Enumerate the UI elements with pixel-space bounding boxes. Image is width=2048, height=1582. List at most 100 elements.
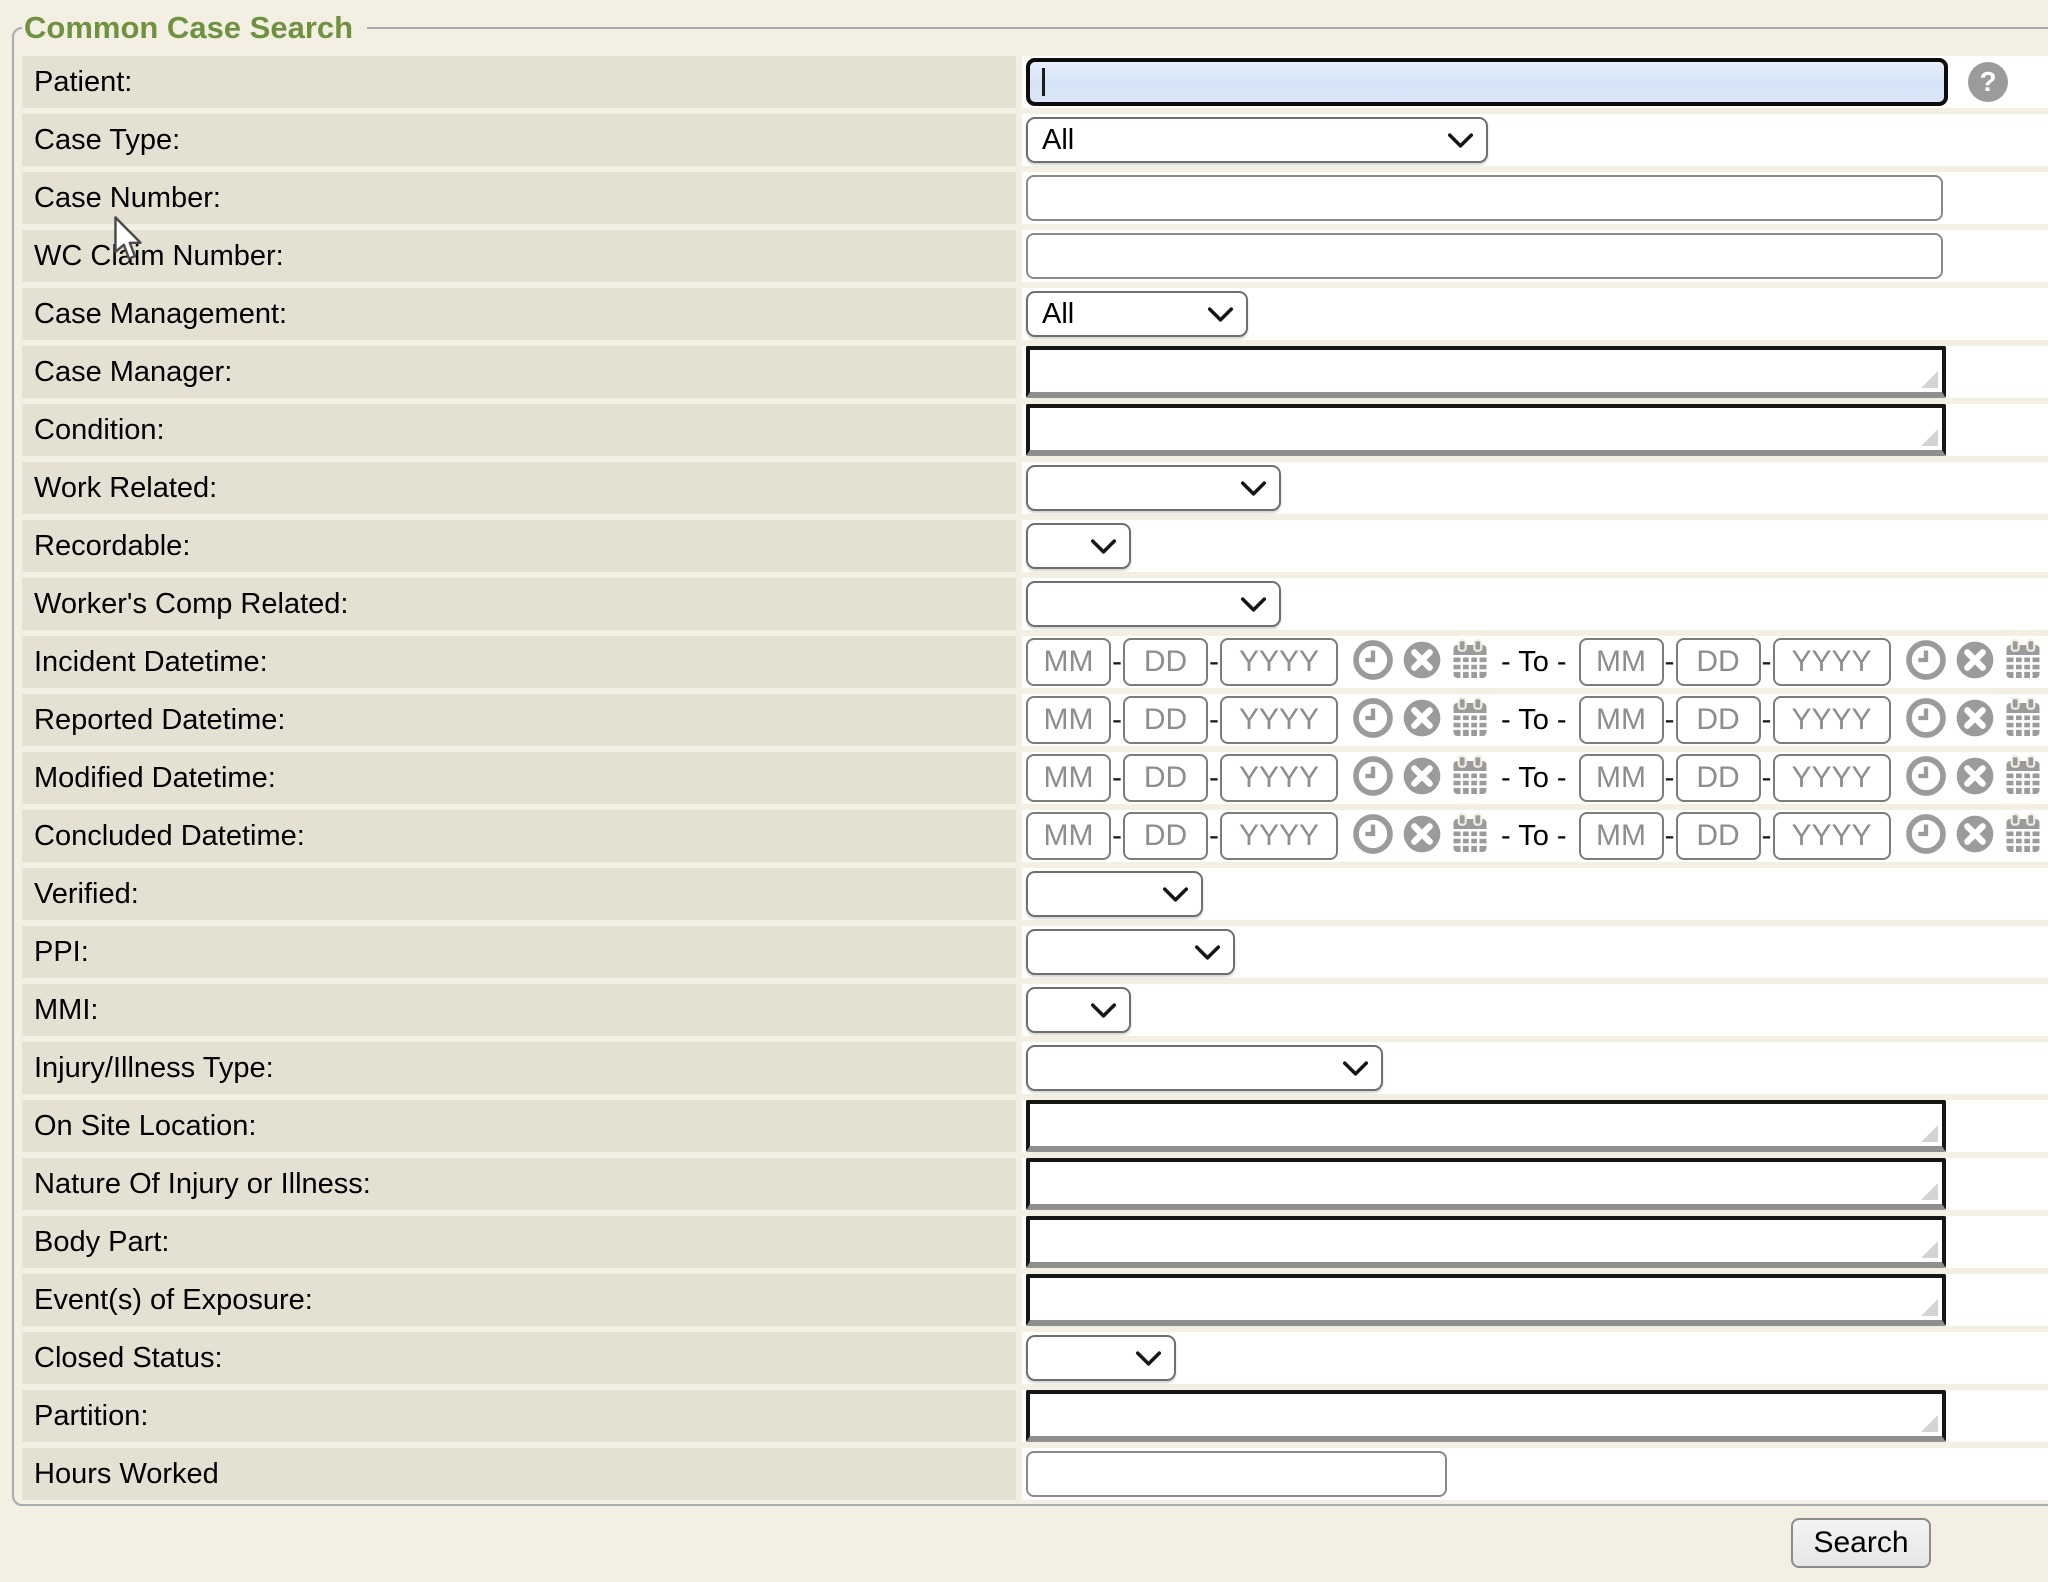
reported-datetime-from-year-input[interactable] bbox=[1220, 696, 1338, 744]
field-control-cell bbox=[1022, 1332, 2048, 1384]
field-control-cell bbox=[1022, 868, 2048, 920]
date-separator: - bbox=[1665, 761, 1675, 795]
concluded-datetime-from-clear-icon[interactable] bbox=[1402, 814, 1442, 859]
reported-datetime-to-clear-icon[interactable] bbox=[1955, 698, 1995, 743]
concluded-datetime-from-day-input[interactable] bbox=[1123, 812, 1208, 860]
reported-datetime-from-clock-icon[interactable] bbox=[1353, 698, 1393, 743]
incident-datetime-from-day-input[interactable] bbox=[1123, 638, 1208, 686]
workers-comp-related-select[interactable] bbox=[1026, 581, 1281, 627]
patient-input-wrap bbox=[1026, 58, 1948, 106]
form-row-patient: Patient:? bbox=[22, 56, 2048, 108]
hours-worked-input[interactable] bbox=[1026, 1451, 1447, 1497]
field-control-cell: ? bbox=[1022, 56, 2048, 108]
incident-datetime-from-month-input[interactable] bbox=[1026, 638, 1111, 686]
reported-datetime-from-month-input[interactable] bbox=[1026, 696, 1111, 744]
modified-datetime-from-year-input[interactable] bbox=[1220, 754, 1338, 802]
field-label-cell: Recordable: bbox=[22, 520, 1016, 572]
case-number-input[interactable] bbox=[1026, 175, 1943, 221]
modified-datetime-to-month-input[interactable] bbox=[1579, 754, 1664, 802]
chevron-down-icon bbox=[1148, 887, 1189, 902]
modified-datetime-from-clear-icon[interactable] bbox=[1402, 756, 1442, 801]
form-row-case-number: Case Number: bbox=[22, 172, 2048, 224]
concluded-datetime-to-year-input[interactable] bbox=[1773, 812, 1891, 860]
recordable-select[interactable] bbox=[1026, 523, 1131, 569]
reported-datetime-from-calendar-icon[interactable] bbox=[1451, 697, 1489, 744]
incident-datetime-from-calendar-icon[interactable] bbox=[1451, 639, 1489, 686]
modified-datetime-from-month-input[interactable] bbox=[1026, 754, 1111, 802]
incident-datetime-to-clear-icon[interactable] bbox=[1955, 640, 1995, 685]
incident-datetime-from-clear-icon[interactable] bbox=[1402, 640, 1442, 685]
body-part-textarea-wrap bbox=[1026, 1216, 1946, 1268]
modified-datetime-to-day-input[interactable] bbox=[1676, 754, 1761, 802]
field-control-cell bbox=[1022, 926, 2048, 978]
field-control-cell bbox=[1022, 172, 2048, 224]
events-of-exposure-textarea[interactable] bbox=[1026, 1274, 1946, 1326]
field-control-cell bbox=[1022, 1216, 2048, 1268]
date-separator: - bbox=[1665, 703, 1675, 737]
reported-datetime-from-day-input[interactable] bbox=[1123, 696, 1208, 744]
mmi-label: MMI: bbox=[34, 994, 98, 1026]
field-control-cell bbox=[1022, 1390, 2048, 1442]
ppi-label: PPI: bbox=[34, 936, 89, 968]
reported-datetime-to-day-input[interactable] bbox=[1676, 696, 1761, 744]
reported-datetime-to-clock-icon[interactable] bbox=[1906, 698, 1946, 743]
concluded-datetime-from-calendar-icon[interactable] bbox=[1451, 813, 1489, 860]
injury-illness-type-select[interactable] bbox=[1026, 1045, 1383, 1091]
modified-datetime-to-clear-icon[interactable] bbox=[1955, 756, 1995, 801]
incident-datetime-to-clock-icon[interactable] bbox=[1906, 640, 1946, 685]
incident-datetime-to-year-input[interactable] bbox=[1773, 638, 1891, 686]
chevron-down-icon bbox=[1076, 539, 1117, 554]
case-manager-textarea-wrap bbox=[1026, 346, 1946, 398]
modified-datetime-to-clock-icon[interactable] bbox=[1906, 756, 1946, 801]
date-separator: - bbox=[1665, 645, 1675, 679]
field-label-cell: Modified Datetime: bbox=[22, 752, 1016, 804]
reported-datetime-to-calendar-icon[interactable] bbox=[2004, 697, 2042, 744]
help-icon[interactable]: ? bbox=[1968, 62, 2008, 102]
reported-datetime-to-month-input[interactable] bbox=[1579, 696, 1664, 744]
search-button[interactable]: Search bbox=[1791, 1518, 1931, 1568]
modified-datetime-from-day-input[interactable] bbox=[1123, 754, 1208, 802]
condition-textarea[interactable] bbox=[1026, 404, 1946, 456]
chevron-down-icon bbox=[1226, 481, 1267, 496]
case-manager-textarea[interactable] bbox=[1026, 346, 1946, 398]
mmi-select[interactable] bbox=[1026, 987, 1131, 1033]
case-type-select[interactable]: All bbox=[1026, 117, 1488, 163]
incident-datetime-to-day-input[interactable] bbox=[1676, 638, 1761, 686]
on-site-location-textarea[interactable] bbox=[1026, 1100, 1946, 1152]
wc-claim-number-input[interactable] bbox=[1026, 233, 1943, 279]
patient-input[interactable] bbox=[1026, 58, 1948, 106]
concluded-datetime-from-year-input[interactable] bbox=[1220, 812, 1338, 860]
case-management-select[interactable]: All bbox=[1026, 291, 1248, 337]
ppi-select[interactable] bbox=[1026, 929, 1235, 975]
reported-datetime-to-year-input[interactable] bbox=[1773, 696, 1891, 744]
concluded-datetime-from-month-input[interactable] bbox=[1026, 812, 1111, 860]
date-separator: - bbox=[1112, 761, 1122, 795]
partition-textarea[interactable] bbox=[1026, 1390, 1946, 1442]
modified-datetime-from-calendar-icon[interactable] bbox=[1451, 755, 1489, 802]
field-label-cell: Injury/Illness Type: bbox=[22, 1042, 1016, 1094]
work-related-select[interactable] bbox=[1026, 465, 1281, 511]
patient-label: Patient: bbox=[34, 66, 132, 98]
concluded-datetime-to-clock-icon[interactable] bbox=[1906, 814, 1946, 859]
modified-datetime-label: Modified Datetime: bbox=[34, 762, 276, 794]
incident-datetime-to-month-input[interactable] bbox=[1579, 638, 1664, 686]
modified-datetime-to-calendar-icon[interactable] bbox=[2004, 755, 2042, 802]
incident-datetime-from-clock-icon[interactable] bbox=[1353, 640, 1393, 685]
body-part-textarea[interactable] bbox=[1026, 1216, 1946, 1268]
concluded-datetime-to-calendar-icon[interactable] bbox=[2004, 813, 2042, 860]
form-row-verified: Verified: bbox=[22, 868, 2048, 920]
concluded-datetime-to-clear-icon[interactable] bbox=[1955, 814, 1995, 859]
chevron-down-icon bbox=[1433, 133, 1474, 148]
concluded-datetime-to-day-input[interactable] bbox=[1676, 812, 1761, 860]
modified-datetime-from-clock-icon[interactable] bbox=[1353, 756, 1393, 801]
modified-datetime-to-year-input[interactable] bbox=[1773, 754, 1891, 802]
reported-datetime-from-clear-icon[interactable] bbox=[1402, 698, 1442, 743]
incident-datetime-from-year-input[interactable] bbox=[1220, 638, 1338, 686]
incident-datetime-to-calendar-icon[interactable] bbox=[2004, 639, 2042, 686]
concluded-datetime-from-clock-icon[interactable] bbox=[1353, 814, 1393, 859]
nature-of-injury-or-illness-textarea[interactable] bbox=[1026, 1158, 1946, 1210]
concluded-datetime-to-month-input[interactable] bbox=[1579, 812, 1664, 860]
work-related-label: Work Related: bbox=[34, 472, 217, 504]
verified-select[interactable] bbox=[1026, 871, 1203, 917]
closed-status-select[interactable] bbox=[1026, 1335, 1176, 1381]
